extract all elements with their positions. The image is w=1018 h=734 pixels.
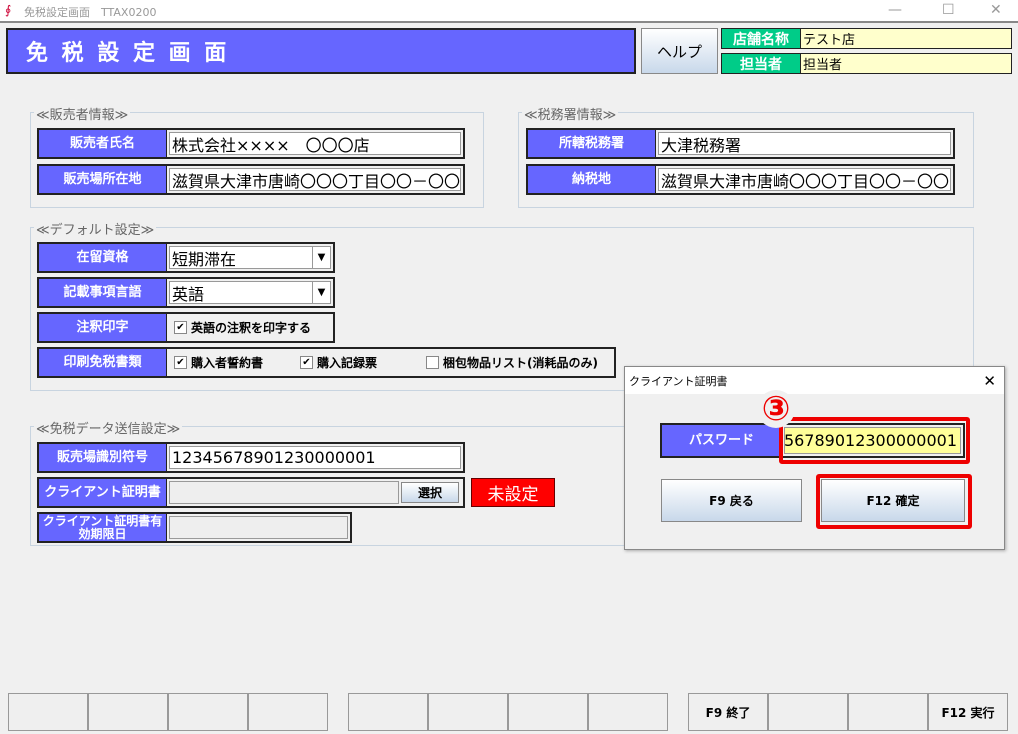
seller-addr-label: 販売場所在地 [39,166,167,193]
store-id-row: 販売場識別符号 12345678901230000001 [37,442,465,473]
check-icon: ✔ [300,356,313,369]
fkey-8[interactable] [588,693,668,731]
doc3-label: 梱包物品リスト(消耗品のみ) [443,356,598,370]
store-label: 店舗名称 [721,28,801,49]
execute-button[interactable]: F12 実行 [928,693,1008,731]
fkey-6[interactable] [428,693,508,731]
step-marker: ③ [757,390,795,428]
chevron-down-icon[interactable]: ▼ [312,282,330,303]
seller-addr-row: 販売場所在地 滋賀県大津市唐崎〇〇〇丁目〇〇－〇〇 [37,164,465,195]
highlight-box [816,474,972,529]
title-bar: ∮ 免税設定画面 TTAX0200 — ☐ ✕ [0,0,1018,23]
tax-place-label: 納税地 [528,166,656,193]
check-icon: ✔ [174,321,187,334]
status-value: 短期滞在 [172,249,237,269]
doc3-checkbox[interactable]: 梱包物品リスト(消耗品のみ) [426,349,598,376]
expiry-row: クライアント証明書有効期限日 [37,512,352,543]
dialog-close-icon[interactable]: ✕ [983,372,996,390]
seller-addr-input[interactable]: 滋賀県大津市唐崎〇〇〇丁目〇〇－〇〇 [169,168,461,191]
note-checkbox-label: 英語の注釈を印字する [191,321,312,335]
doc2-label: 購入記録票 [317,356,378,370]
defaults-group-label: ≪デフォルト設定≫ [34,219,157,238]
lang-row: 記載事項言語 英語 ▼ [37,277,335,308]
status-select[interactable]: 短期滞在 ▼ [169,246,331,269]
tax-office-group-label: ≪税務署情報≫ [522,104,619,123]
lang-select[interactable]: 英語 ▼ [169,281,331,304]
chevron-down-icon[interactable]: ▼ [312,247,330,268]
fkey-10[interactable] [768,693,848,731]
tax-office-row: 所轄税務署 大津税務署 [526,128,955,159]
fkey-3[interactable] [168,693,248,731]
store-id-label: 販売場識別符号 [39,444,167,471]
docs-label: 印刷免税書類 [39,349,167,376]
dialog-title: クライアント証明書 [629,374,728,388]
dialog-title-bar: クライアント証明書 ✕ [625,367,1004,394]
maximize-button[interactable]: ☐ [942,2,955,18]
seller-name-label: 販売者氏名 [39,130,167,157]
close-button[interactable]: ✕ [990,2,1002,18]
cert-label: クライアント証明書 [39,479,167,506]
tax-office-label: 所轄税務署 [528,130,656,157]
status-label: 在留資格 [39,244,167,271]
unchecked-box-icon [426,356,439,369]
note-row: 注釈印字 ✔ 英語の注釈を印字する [37,312,335,343]
help-button[interactable]: ヘルプ [641,28,718,74]
seller-name-input[interactable]: 株式会社×××× 〇〇〇店 [169,132,461,155]
fkey-7[interactable] [508,693,588,731]
tax-place-row: 納税地 滋賀県大津市唐崎〇〇〇丁目〇〇－〇〇 [526,164,955,195]
store-id-input[interactable]: 12345678901230000001 [169,446,461,469]
seller-group-label: ≪販売者情報≫ [34,104,131,123]
staff-value: 担当者 [800,53,1012,74]
note-label: 注釈印字 [39,314,167,341]
lang-label: 記載事項言語 [39,279,167,306]
cert-input[interactable] [169,481,399,504]
minimize-button[interactable]: — [888,2,902,18]
expiry-label: クライアント証明書有効期限日 [39,514,167,541]
app-icon: ∮ [5,3,12,17]
password-label: パスワード [662,425,782,456]
cert-row: クライアント証明書 選択 [37,477,465,508]
status-row: 在留資格 短期滞在 ▼ [37,242,335,273]
highlight-box [779,417,970,464]
check-icon: ✔ [174,356,187,369]
docs-row: 印刷免税書類 ✔ 購入者誓約書 ✔ 購入記録票 梱包物品リスト(消耗品のみ) [37,347,616,378]
expiry-input [169,516,348,539]
doc1-checkbox[interactable]: ✔ 購入者誓約書 [174,349,300,376]
tax-office-input[interactable]: 大津税務署 [658,132,951,155]
page-title: 免 税 設 定 画 面 [6,28,636,74]
select-button[interactable]: 選択 [401,482,459,503]
fkey-4[interactable] [248,693,328,731]
seller-name-row: 販売者氏名 株式会社×××× 〇〇〇店 [37,128,465,159]
tax-place-input[interactable]: 滋賀県大津市唐崎〇〇〇丁目〇〇－〇〇 [658,168,951,191]
note-checkbox[interactable]: ✔ 英語の注釈を印字する [174,314,311,341]
exit-button[interactable]: F9 終了 [688,693,768,731]
store-value: テスト店 [800,28,1012,49]
back-button[interactable]: F9 戻る [661,479,802,522]
staff-label: 担当者 [721,53,801,74]
fkey-2[interactable] [88,693,168,731]
fkey-11[interactable] [848,693,928,731]
window-title: 免税設定画面 TTAX0200 [24,6,157,19]
lang-value: 英語 [172,284,205,304]
send-group-label: ≪免税データ送信設定≫ [34,418,183,437]
unset-badge: 未設定 [471,478,555,507]
fkey-1[interactable] [8,693,88,731]
doc1-label: 購入者誓約書 [191,356,264,370]
fkey-5[interactable] [348,693,428,731]
doc2-checkbox[interactable]: ✔ 購入記録票 [300,349,426,376]
